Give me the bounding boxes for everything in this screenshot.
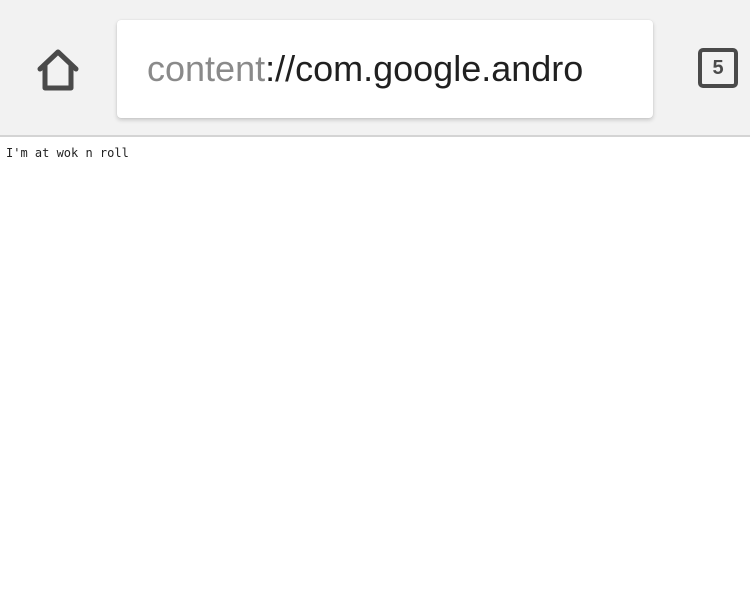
home-button[interactable] — [30, 44, 86, 96]
home-icon — [37, 49, 79, 91]
browser-toolbar: content://com.google.andro 5 — [0, 0, 750, 137]
url-text: content://com.google.andro — [147, 20, 633, 118]
url-path: ://com.google.andro — [265, 48, 584, 89]
url-bar[interactable]: content://com.google.andro — [117, 20, 653, 118]
page-content: I'm at wok n roll — [0, 139, 750, 591]
page-text: I'm at wok n roll — [6, 146, 129, 160]
url-scheme: content — [147, 48, 266, 89]
tab-switcher-button[interactable]: 5 — [698, 48, 738, 88]
tab-count: 5 — [712, 56, 724, 79]
